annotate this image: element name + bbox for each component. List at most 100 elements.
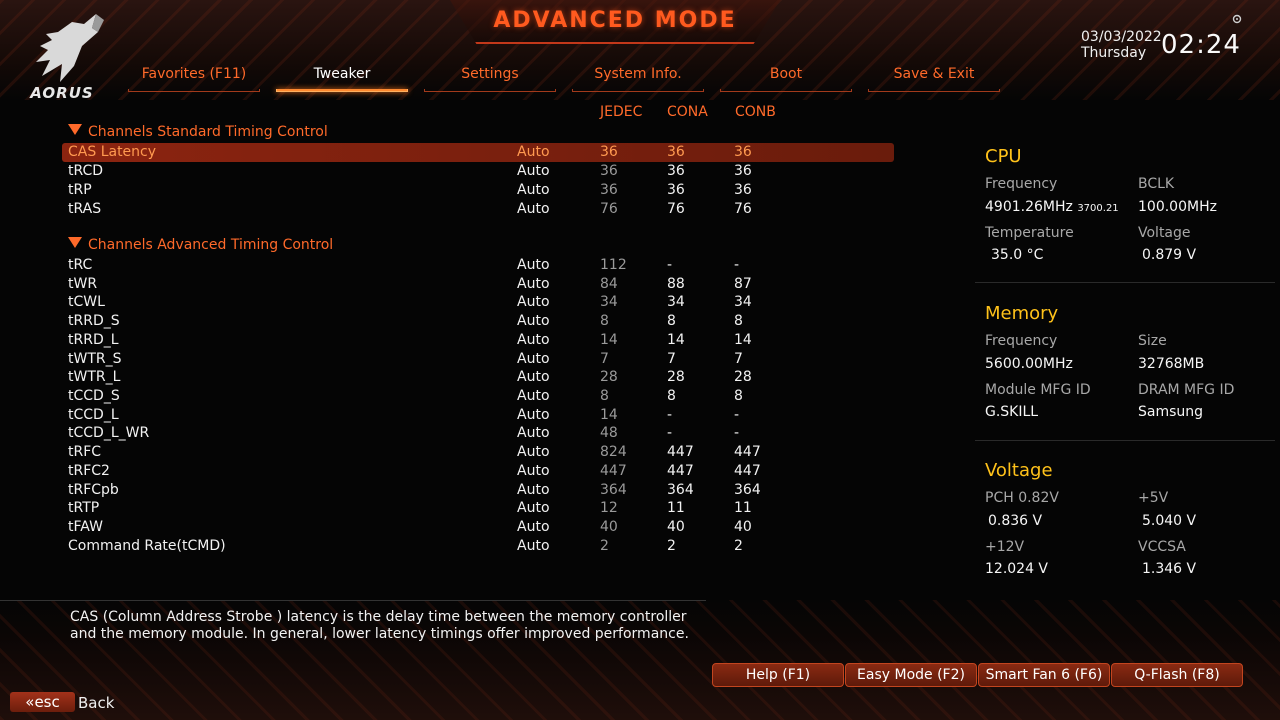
- setting-row-cas-latency[interactable]: CAS Latency Auto 36 36 36: [62, 143, 894, 162]
- memory-frequency-label: Frequency: [985, 333, 1058, 349]
- tab-favorites[interactable]: Favorites (F11): [128, 66, 260, 92]
- back-label[interactable]: Back: [78, 694, 114, 712]
- setting-row-trfc[interactable]: tRFC Auto 824 447 447: [62, 443, 894, 462]
- date-text: 03/03/2022: [1081, 29, 1162, 45]
- help-description: CAS (Column Address Strobe ) latency is …: [70, 609, 710, 643]
- tab-system-info[interactable]: System Info.: [572, 66, 704, 92]
- setting-jedec: 447: [600, 463, 627, 479]
- setting-row-tccd-l[interactable]: tCCD_L Auto 14 - -: [62, 406, 894, 425]
- setting-mode: Auto: [517, 163, 550, 179]
- setting-row-trrd-s[interactable]: tRRD_S Auto 8 8 8: [62, 312, 894, 331]
- esc-label: esc: [34, 693, 60, 711]
- memory-size-label: Size: [1138, 333, 1167, 349]
- brand-logo-text: AORUS: [30, 84, 94, 102]
- setting-row-trtp[interactable]: tRTP Auto 12 11 11: [62, 499, 894, 518]
- esc-button[interactable]: «esc: [10, 692, 75, 712]
- setting-cona: 36: [667, 144, 685, 160]
- cpu-frequency-value: 4901.26MHz 3700.21: [985, 199, 1119, 215]
- setting-mode: Auto: [517, 538, 550, 554]
- setting-row-tcwl[interactable]: tCWL Auto 34 34 34: [62, 293, 894, 312]
- setting-conb: 2: [734, 538, 743, 554]
- page-title: ADVANCED MODE: [493, 8, 737, 33]
- setting-row-tfaw[interactable]: tFAW Auto 40 40 40: [62, 518, 894, 537]
- tab-save-exit[interactable]: Save & Exit: [868, 66, 1000, 92]
- tab-tweaker[interactable]: Tweaker: [276, 66, 408, 92]
- setting-row-tras[interactable]: tRAS Auto 76 76 76: [62, 200, 894, 219]
- cpu-voltage-value: 0.879 V: [1142, 247, 1197, 263]
- setting-mode: Auto: [517, 500, 550, 516]
- setting-name: tWTR_S: [68, 351, 122, 367]
- setting-mode: Auto: [517, 201, 550, 217]
- setting-row-tccd-s[interactable]: tCCD_S Auto 8 8 8: [62, 387, 894, 406]
- setting-row-command-rate[interactable]: Command Rate(tCMD) Auto 2 2 2: [62, 537, 894, 556]
- memory-title: Memory: [985, 303, 1059, 324]
- cpu-frequency-sub: 3700.21: [1077, 203, 1119, 214]
- section-advanced-timing[interactable]: Channels Advanced Timing Control: [68, 237, 333, 253]
- gear-icon[interactable]: [1232, 14, 1242, 24]
- cpu-frequency-main: 4901.26MHz: [985, 199, 1073, 215]
- tab-underline: [868, 89, 1000, 92]
- help-button[interactable]: Help (F1): [712, 663, 844, 687]
- setting-mode: Auto: [517, 407, 550, 423]
- setting-mode: Auto: [517, 463, 550, 479]
- setting-row-trcd[interactable]: tRCD Auto 36 36 36: [62, 162, 894, 181]
- setting-name: tCCD_L_WR: [68, 425, 150, 441]
- pch-label: PCH 0.82V: [985, 490, 1059, 506]
- setting-cona: 28: [667, 369, 685, 385]
- setting-cona: 11: [667, 500, 685, 516]
- setting-row-twtr-s[interactable]: tWTR_S Auto 7 7 7: [62, 350, 894, 369]
- setting-name: Command Rate(tCMD): [68, 538, 226, 554]
- setting-row-twr[interactable]: tWR Auto 84 88 87: [62, 275, 894, 294]
- setting-conb: 7: [734, 351, 743, 367]
- dram-mfg-label: DRAM MFG ID: [1138, 382, 1235, 398]
- smart-fan-button[interactable]: Smart Fan 6 (F6): [978, 663, 1110, 687]
- setting-row-tccd-l-wr[interactable]: tCCD_L_WR Auto 48 - -: [62, 424, 894, 443]
- setting-mode: Auto: [517, 425, 550, 441]
- setting-cona: 36: [667, 163, 685, 179]
- tab-underline: [572, 89, 704, 92]
- setting-mode: Auto: [517, 182, 550, 198]
- setting-row-trrd-l[interactable]: tRRD_L Auto 14 14 14: [62, 331, 894, 350]
- setting-name: tRFC: [68, 444, 102, 460]
- setting-conb: 447: [734, 444, 761, 460]
- setting-name: tFAW: [68, 519, 103, 535]
- day-text: Thursday: [1081, 45, 1147, 61]
- vccsa-value: 1.346 V: [1142, 561, 1197, 577]
- setting-conb: 11: [734, 500, 752, 516]
- setting-row-trp[interactable]: tRP Auto 36 36 36: [62, 181, 894, 200]
- setting-conb: 28: [734, 369, 752, 385]
- setting-mode: Auto: [517, 332, 550, 348]
- setting-conb: -: [734, 425, 740, 441]
- column-header-cona: CONA: [667, 104, 708, 120]
- module-mfg-label: Module MFG ID: [985, 382, 1091, 398]
- setting-jedec: 14: [600, 407, 618, 423]
- description-line: CAS (Column Address Strobe ) latency is …: [70, 609, 687, 625]
- cpu-title: CPU: [985, 146, 1022, 167]
- setting-row-trfcpb[interactable]: tRFCpb Auto 364 364 364: [62, 481, 894, 500]
- section-standard-timing[interactable]: Channels Standard Timing Control: [68, 124, 328, 140]
- setting-name: tRFC2: [68, 463, 110, 479]
- setting-name: tRP: [68, 182, 92, 198]
- easy-mode-button[interactable]: Easy Mode (F2): [845, 663, 977, 687]
- setting-cona: 364: [667, 482, 694, 498]
- memory-size-value: 32768MB: [1138, 356, 1205, 372]
- tab-settings[interactable]: Settings: [424, 66, 556, 92]
- setting-cona: 34: [667, 294, 685, 310]
- setting-conb: 40: [734, 519, 752, 535]
- q-flash-button[interactable]: Q-Flash (F8): [1111, 663, 1243, 687]
- collapse-triangle-icon: [68, 124, 82, 135]
- setting-conb: 36: [734, 144, 752, 160]
- collapse-triangle-icon: [68, 237, 82, 248]
- setting-cona: 447: [667, 444, 694, 460]
- tab-underline: [128, 89, 260, 92]
- setting-mode: Auto: [517, 257, 550, 273]
- setting-row-twtr-l[interactable]: tWTR_L Auto 28 28 28: [62, 368, 894, 387]
- setting-name: tRRD_S: [68, 313, 120, 329]
- description-line: and the memory module. In general, lower…: [70, 626, 689, 642]
- tab-boot[interactable]: Boot: [720, 66, 852, 92]
- setting-jedec: 34: [600, 294, 618, 310]
- setting-conb: 14: [734, 332, 752, 348]
- setting-row-trfc2[interactable]: tRFC2 Auto 447 447 447: [62, 462, 894, 481]
- setting-row-trc[interactable]: tRC Auto 112 - -: [62, 256, 894, 275]
- setting-jedec: 112: [600, 257, 627, 273]
